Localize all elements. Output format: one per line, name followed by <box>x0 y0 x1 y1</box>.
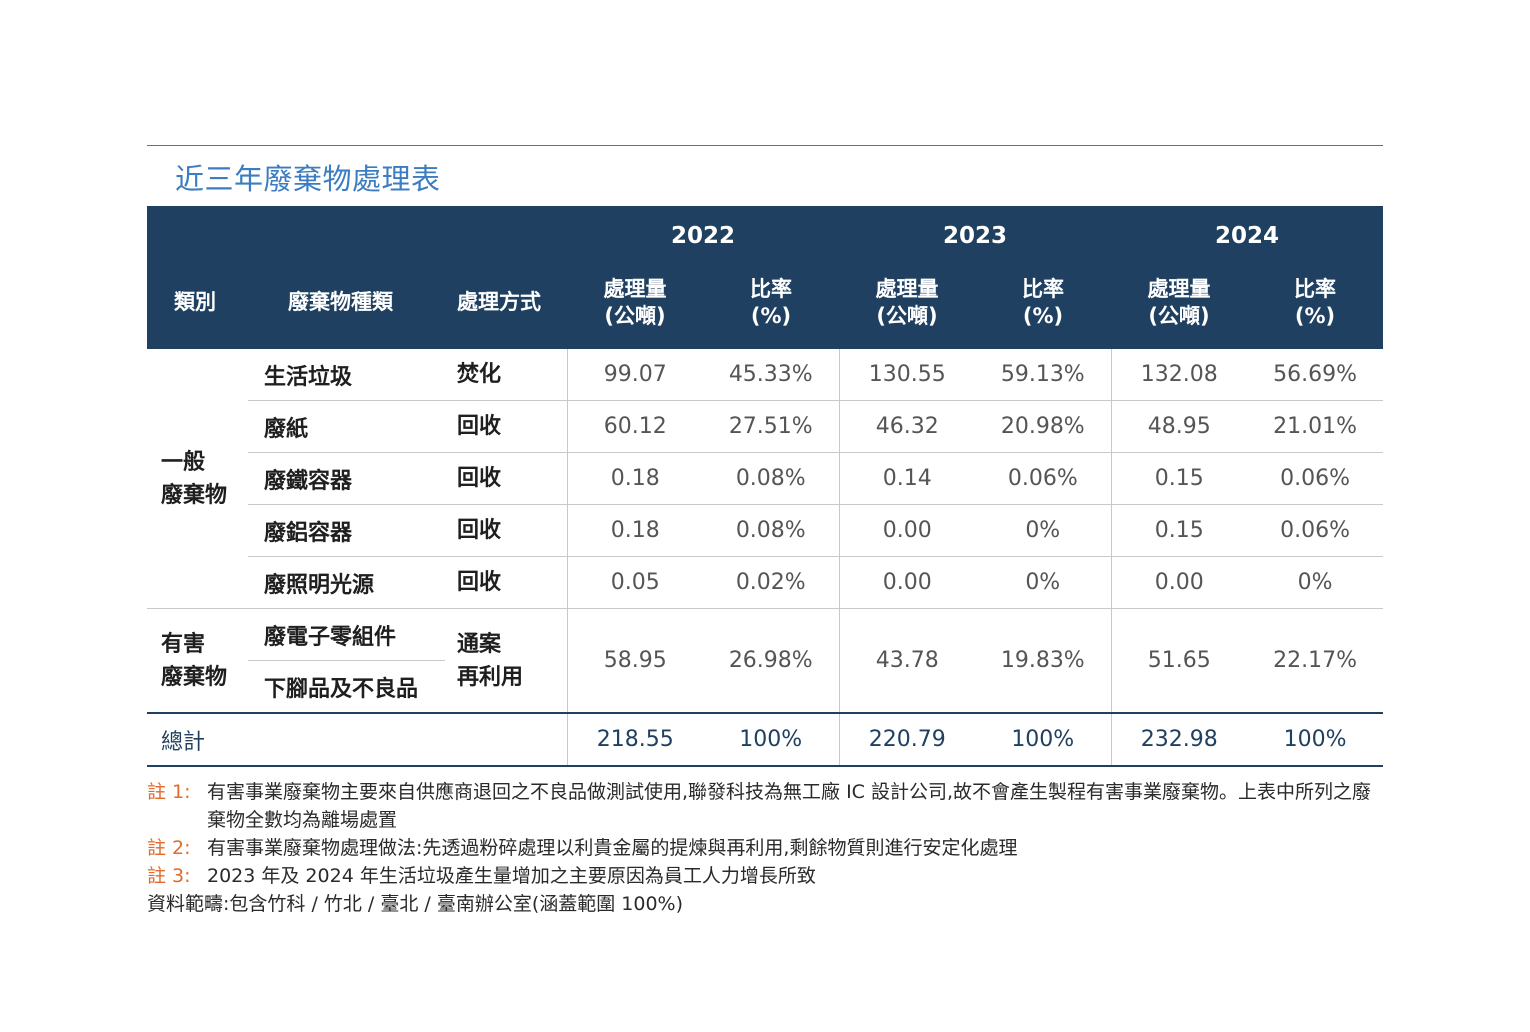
method-cell: 回收 <box>445 504 567 557</box>
note-2: 註 2: 有害事業廢棄物處理做法:先透過粉碎處理以利貴金屬的提煉與再利用,剩餘物… <box>147 834 1387 862</box>
value-cell: 45.33% <box>703 349 840 401</box>
year-2022-header: 2022 <box>567 206 840 260</box>
total-value: 100% <box>975 712 1112 767</box>
value-cell: 48.95 <box>1110 400 1248 453</box>
table-row: 廢紙 回收 60.12 27.51% 46.32 20.98% 48.95 21… <box>147 400 1384 453</box>
ratio-header-2022: 比率 (%) <box>703 260 840 349</box>
waste-type-cell: 廢紙 <box>248 400 445 453</box>
total-value: 100% <box>703 712 840 767</box>
value-cell: 0.14 <box>838 452 976 505</box>
value-cell: 0.00 <box>838 556 976 609</box>
waste-type-cell: 廢照明光源 <box>248 556 445 609</box>
ratio-header-2023: 比率 (%) <box>975 260 1112 349</box>
total-value: 220.79 <box>838 712 976 767</box>
value-cell: 46.32 <box>838 400 976 453</box>
column-header-row: 類別 廢棄物種類 處理方式 處理量 (公噸) 比率 (%) 處理量 (公噸) 比率 (%… <box>147 260 1384 349</box>
table-row: 廢鐵容器 回收 0.18 0.08% 0.14 0.06% 0.15 0.06% <box>147 452 1384 505</box>
note-1: 註 1: 有害事業廢棄物主要來自供應商退回之不良品做測試使用,聯發科技為無工廠 … <box>147 778 1387 834</box>
value-cell: 0.06% <box>1247 452 1384 505</box>
method-header: 處理方式 <box>445 260 567 349</box>
method-cell: 回收 <box>445 556 567 609</box>
top-rule <box>147 145 1383 146</box>
value-cell: 0.18 <box>566 504 703 557</box>
value-cell: 0.15 <box>1110 504 1248 557</box>
value-cell: 56.69% <box>1247 349 1384 401</box>
value-cell: 59.13% <box>975 349 1112 401</box>
value-cell: 0.02% <box>703 556 840 609</box>
value-cell: 27.51% <box>703 400 840 453</box>
waste-table-container: 2022 2023 2024 類別 廢棄物種類 處理方式 處理量 (公噸) 比率(… <box>147 206 1384 767</box>
method-cell: 回收 <box>445 452 567 505</box>
table-row: 一般 廢棄物 生活垃圾 焚化 99.07 45.33% 130.55 59.13%… <box>147 349 1384 508</box>
waste-type-cell: 廢鋁容器 <box>248 504 445 557</box>
waste-type-cell: 生活垃圾 <box>248 349 445 401</box>
amount-header-2022: 處理量 (公噸) <box>567 260 703 349</box>
waste-type-header: 廢棄物種類 <box>248 260 445 349</box>
note-prefix: 註 2: <box>147 837 191 859</box>
value-cell: 43.78 <box>838 608 976 713</box>
value-cell: 60.12 <box>566 400 703 453</box>
notes-section: 註 1: 有害事業廢棄物主要來自供應商退回之不良品做測試使用,聯發科技為無工廠 … <box>147 778 1387 918</box>
value-cell: 20.98% <box>975 400 1112 453</box>
value-cell: 26.98% <box>703 608 840 713</box>
note-3: 註 3: 2023 年及 2024 年生活垃圾產生量增加之主要原因為員工人力增長… <box>147 862 1387 890</box>
note-prefix: 註 1: <box>147 781 191 803</box>
total-label: 總計 <box>147 712 567 767</box>
waste-type-cell: 廢鐵容器 <box>248 452 445 505</box>
waste-type-cell: 下腳品及不良品 <box>264 676 419 702</box>
value-cell: 0.00 <box>1110 556 1248 609</box>
value-cell: 0.00 <box>838 504 976 557</box>
value-cell: 0.08% <box>703 452 840 505</box>
year-header-row: 2022 2023 2024 <box>147 206 1384 260</box>
category-hazardous: 有害 廢棄物 <box>147 608 248 713</box>
amount-header-2023: 處理量 (公噸) <box>839 260 976 349</box>
table-row: 廢鋁容器 回收 0.18 0.08% 0.00 0% 0.15 0.06% <box>147 504 1384 557</box>
value-cell: 130.55 <box>838 349 976 401</box>
value-cell: 0% <box>975 556 1112 609</box>
total-row: 總計 218.55 100% 220.79 100% 232.98 100% <box>147 712 1384 767</box>
year-2024-header: 2024 <box>1111 206 1384 260</box>
value-cell: 0.08% <box>703 504 840 557</box>
value-cell: 0.15 <box>1110 452 1248 505</box>
value-cell: 0.06% <box>975 452 1112 505</box>
ratio-header-2024: 比率 (%) <box>1247 260 1384 349</box>
table-row: 有害 廢棄物 廢電子零組件 通案 再利用 58.95 26.98% 43.78 19… <box>147 608 1384 713</box>
total-value: 232.98 <box>1110 712 1248 767</box>
note-prefix: 註 3: <box>147 865 191 887</box>
table-row: 廢照明光源 回收 0.05 0.02% 0.00 0% 0.00 0% <box>147 556 1384 609</box>
method-cell: 回收 <box>445 400 567 453</box>
page-title: 近三年廢棄物處理表 <box>175 162 441 196</box>
year-2023-header: 2023 <box>839 206 1112 260</box>
value-cell: 0% <box>975 504 1112 557</box>
value-cell: 58.95 <box>566 608 703 713</box>
value-cell: 0.18 <box>566 452 703 505</box>
value-cell: 0.05 <box>566 556 703 609</box>
value-cell: 0% <box>1247 556 1384 609</box>
value-cell: 99.07 <box>566 349 703 401</box>
method-cell: 通案 再利用 <box>445 608 567 713</box>
note-text: 2023 年及 2024 年生活垃圾產生量增加之主要原因為員工人力增長所致 <box>207 865 816 887</box>
category-general: 一般 廢棄物 <box>161 449 228 508</box>
waste-type-cell: 廢電子零組件 <box>248 608 445 661</box>
note-text: 有害事業廢棄物處理做法:先透過粉碎處理以利貴金屬的提煉與再利用,剩餘物質則進行安… <box>207 837 1018 859</box>
category-header: 類別 <box>147 260 248 349</box>
total-value: 218.55 <box>566 712 703 767</box>
value-cell: 0.06% <box>1247 504 1384 557</box>
note-text: 有害事業廢棄物主要來自供應商退回之不良品做測試使用,聯發科技為無工廠 IC 設計… <box>207 781 1372 831</box>
value-cell: 19.83% <box>975 608 1112 713</box>
waste-table: 2022 2023 2024 類別 廢棄物種類 處理方式 處理量 (公噸) 比率(… <box>147 206 1384 767</box>
total-value: 100% <box>1247 712 1384 767</box>
method-cell: 焚化 <box>445 349 567 401</box>
value-cell: 132.08 <box>1110 349 1248 401</box>
value-cell: 51.65 <box>1110 608 1248 713</box>
value-cell: 21.01% <box>1247 400 1384 453</box>
value-cell: 22.17% <box>1247 608 1384 713</box>
data-scope: 資料範疇:包含竹科 / 竹北 / 臺北 / 臺南辦公室(涵蓋範圍 100%) <box>147 893 684 915</box>
amount-header-2024: 處理量 (公噸) <box>1111 260 1248 349</box>
